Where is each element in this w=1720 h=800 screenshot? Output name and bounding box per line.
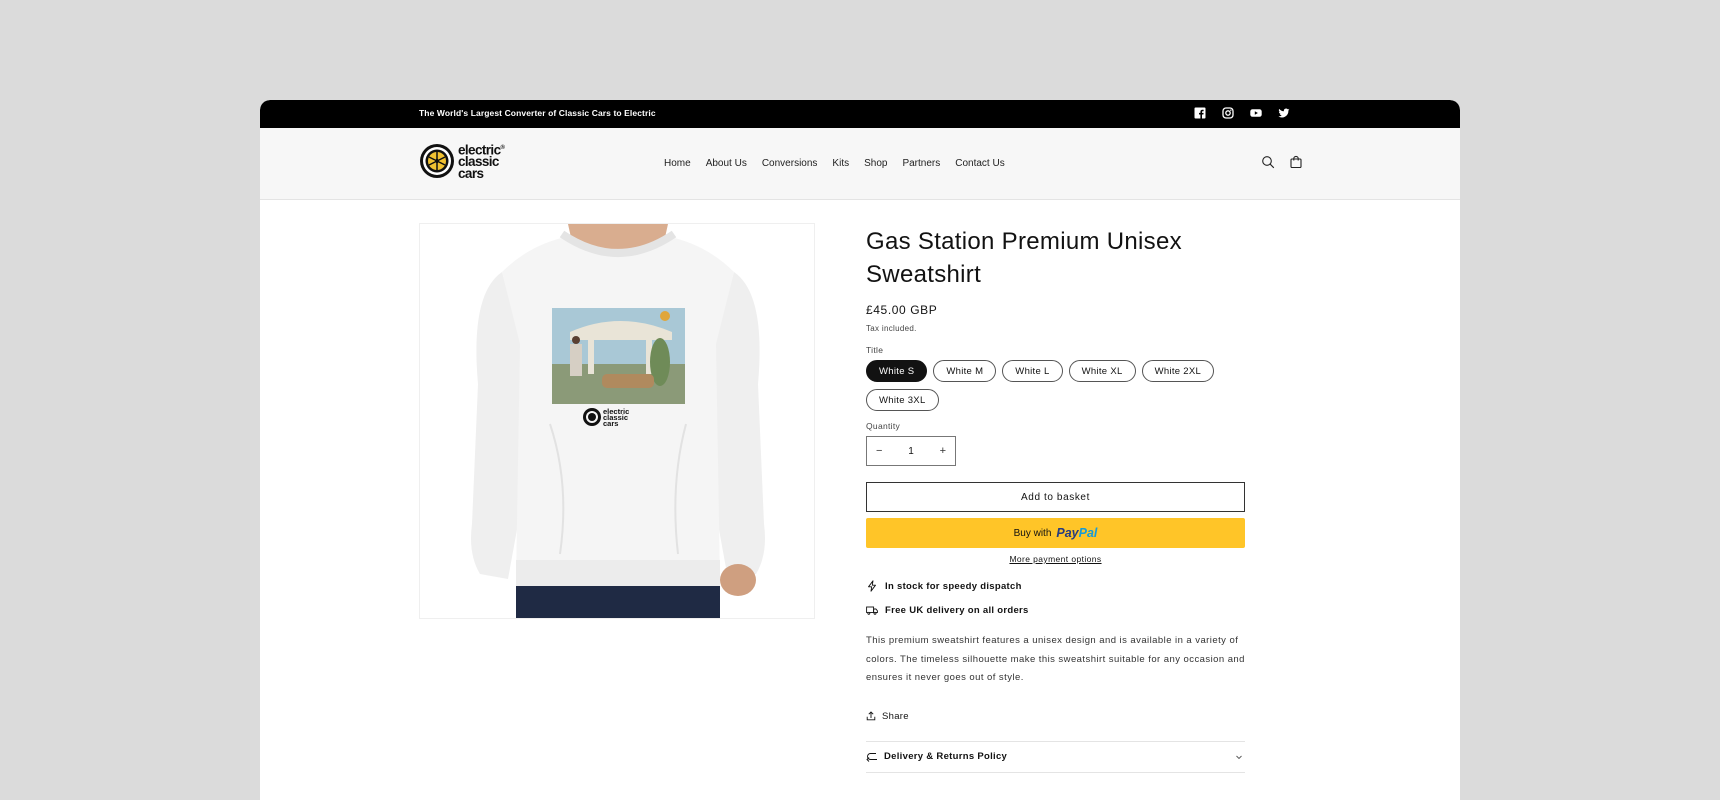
nav-shop[interactable]: Shop xyxy=(864,158,887,169)
feature-in-stock: In stock for speedy dispatch xyxy=(866,580,1245,592)
logo-reg-mark: ® xyxy=(500,145,505,151)
header-actions xyxy=(1261,155,1303,169)
nav-about-us[interactable]: About Us xyxy=(706,158,747,169)
nav-contact-us[interactable]: Contact Us xyxy=(955,158,1004,169)
delivery-returns-accordion[interactable]: Delivery & Returns Policy xyxy=(866,740,1245,773)
quantity-label: Quantity xyxy=(866,421,901,431)
nav-home[interactable]: Home xyxy=(664,158,691,169)
instagram-icon[interactable] xyxy=(1222,107,1234,119)
feature-free-delivery: Free UK delivery on all orders xyxy=(866,604,1245,616)
announcement-text: The World's Largest Converter of Classic… xyxy=(419,108,656,118)
main-nav: Home About Us Conversions Kits Shop Part… xyxy=(664,158,1020,169)
return-arrow-icon xyxy=(866,752,877,762)
search-icon[interactable] xyxy=(1261,155,1275,169)
variant-picker: White S White M White L White XL White 2… xyxy=(866,360,1236,411)
more-payment-options-link[interactable]: More payment options xyxy=(866,554,1245,564)
product-image[interactable]: electric classic cars xyxy=(419,223,815,619)
paypal-logo-pay: Pay xyxy=(1056,526,1079,540)
add-to-basket-button[interactable]: Add to basket xyxy=(866,482,1245,512)
tax-note: Tax included. xyxy=(866,324,917,333)
announcement-bar: The World's Largest Converter of Classic… xyxy=(260,100,1460,128)
site-logo[interactable]: electric® classic cars xyxy=(419,143,505,181)
site-header: electric® classic cars Home About Us Con… xyxy=(260,128,1460,200)
quantity-value[interactable]: 1 xyxy=(908,446,914,457)
variant-white-xl[interactable]: White XL xyxy=(1068,360,1136,382)
social-links xyxy=(1194,107,1290,119)
logo-badge-icon xyxy=(420,144,454,178)
product-price: £45.00 GBP xyxy=(866,303,938,317)
variant-label: Title xyxy=(866,345,884,355)
accordion-title: Delivery & Returns Policy xyxy=(884,751,1008,762)
share-button[interactable]: Share xyxy=(866,711,1245,722)
page-frame: The World's Largest Converter of Classic… xyxy=(260,100,1460,800)
youtube-icon[interactable] xyxy=(1250,107,1262,119)
print-logo-line-3: cars xyxy=(603,419,618,428)
product-title: Gas Station Premium Unisex Sweatshirt xyxy=(866,228,1182,288)
share-label: Share xyxy=(882,710,909,722)
paypal-logo: PayPal xyxy=(1056,526,1097,540)
variant-white-m[interactable]: White M xyxy=(933,360,997,382)
variant-white-2xl[interactable]: White 2XL xyxy=(1141,360,1215,382)
twitter-icon[interactable] xyxy=(1278,107,1290,119)
quantity-stepper: − 1 + xyxy=(866,436,956,466)
lightning-icon xyxy=(868,580,876,592)
truck-icon xyxy=(866,606,878,615)
facebook-icon[interactable] xyxy=(1194,107,1206,119)
logo-line-3: cars xyxy=(458,165,484,181)
logo-wordmark: electric® classic cars xyxy=(458,143,505,181)
paypal-logo-pal: Pal xyxy=(1078,526,1098,540)
variant-white-3xl[interactable]: White 3XL xyxy=(866,389,939,411)
sweatshirt-image: electric classic cars xyxy=(420,224,814,618)
paypal-button[interactable]: Buy with PayPal xyxy=(866,518,1245,548)
nav-partners[interactable]: Partners xyxy=(902,158,940,169)
nav-conversions[interactable]: Conversions xyxy=(762,158,818,169)
quantity-decrease-button[interactable]: − xyxy=(876,445,882,457)
paypal-buy-with: Buy with xyxy=(1013,527,1052,539)
variant-white-s[interactable]: White S xyxy=(866,360,928,382)
variant-white-l[interactable]: White L xyxy=(1002,360,1063,382)
feature-free-delivery-text: Free UK delivery on all orders xyxy=(885,604,1029,616)
nav-kits[interactable]: Kits xyxy=(832,158,849,169)
share-icon xyxy=(866,711,876,721)
product-info: Gas Station Premium Unisex Sweatshirt £4… xyxy=(866,225,1245,773)
cart-icon[interactable] xyxy=(1289,155,1303,169)
product-description: This premium sweatshirt features a unise… xyxy=(866,635,1245,683)
quantity-increase-button[interactable]: + xyxy=(940,445,946,457)
chevron-down-icon xyxy=(1236,755,1242,759)
feature-in-stock-text: In stock for speedy dispatch xyxy=(885,580,1022,592)
